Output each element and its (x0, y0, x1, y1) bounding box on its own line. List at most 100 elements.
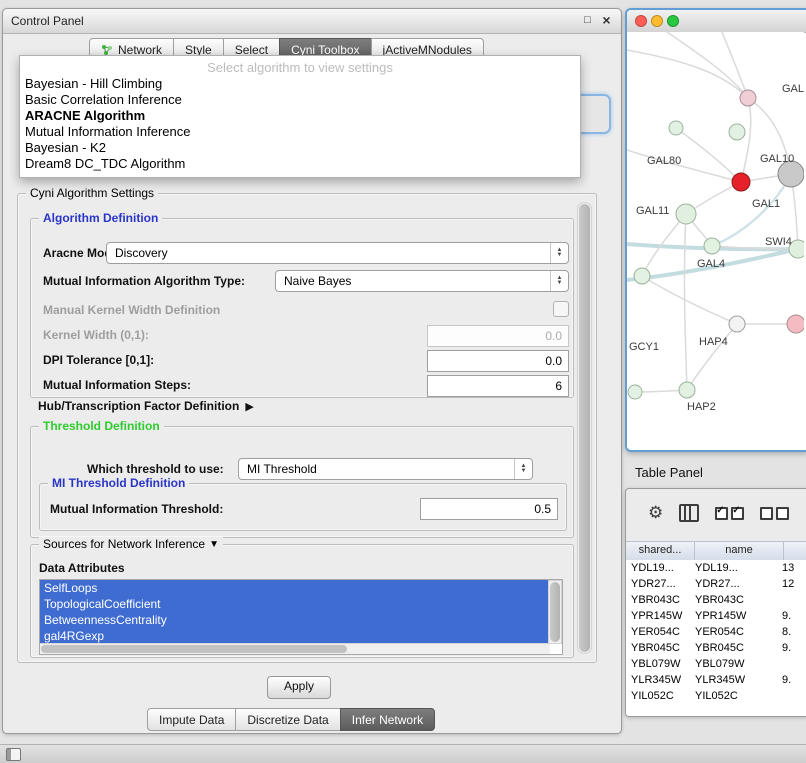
table-cell: YER054C (626, 624, 690, 640)
network-node[interactable] (704, 238, 720, 254)
gear-icon[interactable]: ⚙ (648, 502, 663, 524)
which-threshold-label: Which threshold to use: (87, 462, 224, 476)
apply-button[interactable]: Apply (267, 676, 331, 699)
table-row[interactable]: YLR345WYLR345W9. (626, 672, 806, 688)
network-edge[interactable] (627, 50, 748, 98)
threshold-definition-group: Threshold Definition Which threshold to … (30, 426, 574, 538)
data-attribute-item[interactable]: TopologicalCoefficient (40, 596, 550, 612)
table-row[interactable]: YBL079WYBL079W (626, 656, 806, 672)
collapse-arrow-icon[interactable]: ▼ (209, 539, 219, 550)
table-row[interactable]: YDL19...YDL19...13 (626, 560, 806, 576)
columns-icon[interactable] (679, 504, 699, 522)
group-title: Algorithm Definition (39, 211, 162, 225)
scrollbar-thumb[interactable] (579, 204, 590, 652)
scrollbar-thumb[interactable] (41, 645, 347, 653)
panel-toggle-icon[interactable] (6, 748, 21, 761)
sources-group: Sources for Network Inference ▼ Data Att… (30, 544, 574, 658)
network-edge[interactable] (684, 214, 687, 390)
network-node[interactable] (679, 382, 695, 398)
algorithm-option[interactable]: Mutual Information Inference (20, 124, 580, 140)
float-window-icon[interactable]: □ (580, 13, 595, 28)
algorithm-option[interactable]: Dream8 DC_TDC Algorithm (20, 156, 580, 172)
mi-threshold-field[interactable]: 0.5 (420, 498, 558, 520)
mac-zoom-button[interactable] (667, 15, 679, 27)
table-row[interactable]: YBR045CYBR045C9. (626, 640, 806, 656)
dpi-tolerance-field[interactable]: 0.0 (427, 350, 569, 372)
data-attribute-item[interactable]: SelfLoops (40, 580, 550, 596)
table-row[interactable]: YER054CYER054C8. (626, 624, 806, 640)
kernel-width-label: Kernel Width (0,1): (43, 328, 149, 342)
select-all-icon[interactable] (715, 507, 744, 520)
bottom-tab-infer-network[interactable]: Infer Network (340, 708, 435, 731)
network-node[interactable] (676, 204, 696, 224)
hub-definition-expander[interactable]: Hub/Transcription Factor Definition ▶ (38, 399, 254, 413)
bottom-tab-impute-data[interactable]: Impute Data (147, 708, 236, 731)
aracne-mode-select[interactable]: Discovery ▲▼ (106, 242, 569, 264)
expand-arrow-icon[interactable]: ▶ (245, 400, 253, 413)
table-row[interactable]: YIL052CYIL052C (626, 688, 806, 704)
network-node-label: GAL4 (697, 258, 725, 270)
mac-minimize-button[interactable] (651, 15, 663, 27)
table-cell: YPR145W (626, 608, 690, 624)
table-cell: 12 (774, 576, 806, 592)
sources-expander[interactable]: Sources for Network Inference ▼ (39, 537, 223, 551)
attribute-list-hscrollbar[interactable] (40, 643, 550, 654)
network-node[interactable] (669, 121, 683, 135)
table-cell (774, 688, 806, 704)
network-node[interactable] (634, 268, 650, 284)
algorithm-option[interactable]: Bayesian - K2 (20, 140, 580, 156)
algorithm-dropdown-popup: Select algorithm to view settings Bayesi… (19, 55, 581, 178)
bottom-tab-discretize-data[interactable]: Discretize Data (235, 708, 340, 731)
network-node[interactable] (740, 90, 756, 106)
network-node[interactable] (628, 385, 642, 399)
scrollbar-thumb[interactable] (550, 582, 560, 642)
algorithm-option[interactable]: Bayesian - Hill Climbing (20, 76, 580, 92)
mac-close-button[interactable] (635, 15, 647, 27)
mi-type-select[interactable]: Naive Bayes ▲▼ (275, 270, 569, 292)
bottom-tab-label: Impute Data (159, 713, 224, 727)
settings-scrollbar[interactable] (577, 202, 592, 654)
group-title: Threshold Definition (39, 419, 164, 433)
column-header[interactable] (784, 542, 806, 561)
table-row[interactable]: YDR27...YDR27...12 (626, 576, 806, 592)
network-node[interactable] (729, 124, 745, 140)
close-icon[interactable]: × (599, 13, 614, 28)
network-edge[interactable] (687, 324, 737, 390)
algorithm-option[interactable]: Basic Correlation Inference (20, 92, 580, 108)
table-row[interactable]: YBR043CYBR043C (626, 592, 806, 608)
mi-steps-label: Mutual Information Steps: (43, 378, 191, 392)
manual-kernel-checkbox[interactable] (553, 301, 569, 317)
table-cell: YPR145W (690, 608, 774, 624)
deselect-all-icon[interactable] (760, 507, 789, 520)
threshold-select[interactable]: MI Threshold ▲▼ (238, 458, 533, 480)
network-edge[interactable] (642, 276, 737, 324)
mi-steps-field[interactable]: 6 (427, 375, 569, 397)
column-header[interactable]: shared... (626, 542, 695, 561)
table-cell: YBL079W (626, 656, 690, 672)
table-row[interactable]: YPR145WYPR145W9. (626, 608, 806, 624)
kernel-width-field[interactable]: 0.0 (427, 325, 569, 347)
table-header-row: shared...name (626, 541, 806, 562)
network-edge[interactable] (741, 98, 751, 182)
algorithm-options-list: Bayesian - Hill ClimbingBasic Correlatio… (20, 76, 580, 172)
data-attribute-item[interactable]: gal4RGexp (40, 628, 550, 644)
table-cell: YDL19... (626, 560, 690, 576)
algorithm-placeholder-option[interactable]: Select algorithm to view settings (20, 59, 580, 76)
unchecked-box-icon (776, 507, 789, 520)
network-node-label: GAL10 (760, 153, 794, 165)
attribute-list-scrollbar[interactable] (548, 580, 562, 644)
network-node-label: GAL (782, 83, 804, 95)
combo-arrows-icon: ▲▼ (514, 459, 532, 479)
network-node[interactable] (729, 316, 745, 332)
network-node[interactable] (787, 315, 804, 333)
algorithm-option[interactable]: ARACNE Algorithm (20, 108, 580, 124)
column-header[interactable]: name (695, 542, 784, 561)
data-attributes-list[interactable]: SelfLoopsTopologicalCoefficientBetweenne… (39, 579, 563, 655)
data-attribute-item[interactable]: BetweennessCentrality (40, 612, 550, 628)
network-node[interactable] (732, 173, 750, 191)
table-toolbar: ⚙ (648, 501, 789, 525)
network-node-label: GAL11 (636, 205, 669, 217)
cyni-algorithm-settings-group: Cyni Algorithm Settings Algorithm Defini… (17, 193, 597, 663)
network-edge[interactable] (722, 32, 748, 98)
network-graph[interactable]: GALGAL80GAL10GAL11GAL1SWI4GAL4GCY1HAP4HA… (627, 32, 804, 448)
